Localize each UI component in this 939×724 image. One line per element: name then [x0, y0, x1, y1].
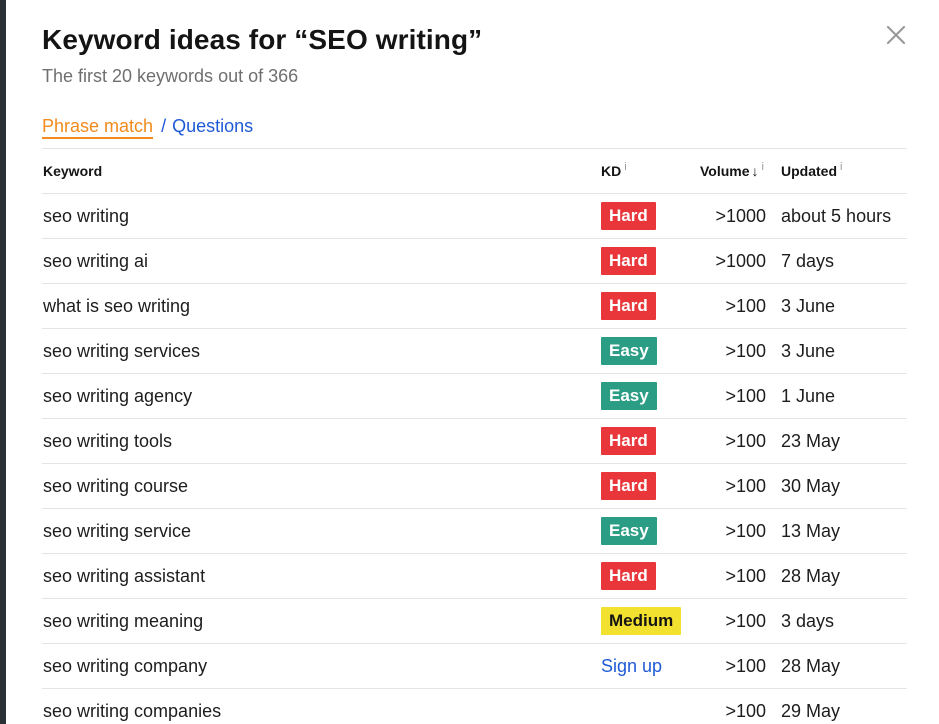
table-row[interactable]: seo writing companies >100 29 May — [42, 689, 907, 724]
volume-cell: >100 — [725, 521, 766, 541]
updated-cell: 13 May — [781, 521, 841, 541]
keyword-cell[interactable]: seo writing agency — [43, 374, 192, 418]
dialog-title: Keyword ideas for “SEO writing” — [42, 24, 483, 55]
sign-up-link[interactable]: Sign up — [601, 656, 662, 676]
kd-badge: Hard — [601, 292, 656, 321]
kd-badge: Medium — [601, 607, 682, 636]
header-volume[interactable]: Volume ↓ i — [700, 149, 764, 193]
kd-badge: Easy — [601, 382, 657, 411]
volume-info-icon[interactable]: i — [762, 161, 764, 173]
header-keyword[interactable]: Keyword — [43, 149, 102, 193]
keyword-cell[interactable]: seo writing tools — [43, 419, 172, 463]
header-volume-label: Volume — [700, 163, 750, 179]
kd-badge: Easy — [601, 337, 657, 366]
kd-badge: Hard — [601, 427, 656, 456]
header-kd[interactable]: KD i — [601, 149, 627, 193]
volume-cell: >100 — [725, 701, 766, 721]
keyword-cell[interactable]: seo writing assistant — [43, 554, 205, 598]
kd-cell: Easy — [601, 509, 657, 553]
kd-info-icon[interactable]: i — [624, 161, 626, 173]
updated-cell: 30 May — [781, 476, 841, 496]
updated-cell: 7 days — [781, 251, 835, 271]
table-row[interactable]: seo writing company Sign up >100 28 May — [42, 644, 907, 689]
volume-cell: >100 — [725, 611, 766, 631]
kd-badge: Hard — [601, 562, 656, 591]
keyword-cell[interactable]: seo writing company — [43, 644, 207, 688]
volume-cell: >100 — [725, 431, 766, 451]
table-row[interactable]: seo writing services Easy >100 3 June — [42, 329, 907, 374]
keyword-cell[interactable]: seo writing companies — [43, 689, 221, 724]
kd-cell: Hard — [601, 419, 656, 463]
table-row[interactable]: seo writing tools Hard >100 23 May — [42, 419, 907, 464]
kd-cell: Hard — [601, 239, 656, 283]
kd-cell: Hard — [601, 464, 656, 508]
table-row[interactable]: seo writing agency Easy >100 1 June — [42, 374, 907, 419]
kd-cell: Hard — [601, 284, 656, 328]
kd-cell: Sign up — [601, 644, 662, 688]
kd-cell: Medium — [601, 599, 682, 643]
volume-cell: >100 — [725, 476, 766, 496]
updated-cell: 28 May — [781, 656, 841, 676]
keyword-cell[interactable]: seo writing ai — [43, 239, 148, 283]
volume-cell: >100 — [725, 341, 766, 361]
tab-questions[interactable]: Questions — [172, 116, 253, 136]
updated-cell: about 5 hours — [781, 206, 892, 226]
volume-cell: >100 — [725, 656, 766, 676]
table-row[interactable]: seo writing ai Hard >1000 7 days — [42, 239, 907, 284]
table-row[interactable]: seo writing course Hard >100 30 May — [42, 464, 907, 509]
kd-badge: Hard — [601, 202, 656, 231]
keywords-table: Keyword KD i Volume ↓ i Updated i seo writin… — [42, 148, 907, 724]
volume-cell: >100 — [725, 386, 766, 406]
match-tabs: Phrase match / Questions — [42, 116, 253, 139]
close-button[interactable] — [883, 22, 909, 48]
updated-cell: 29 May — [781, 701, 841, 721]
tab-phrase-match[interactable]: Phrase match — [42, 116, 154, 139]
kd-cell: Easy — [601, 374, 657, 418]
table-row[interactable]: seo writing assistant Hard >100 28 May — [42, 554, 907, 599]
table-row[interactable]: seo writing service Easy >100 13 May — [42, 509, 907, 554]
table-row[interactable]: seo writing meaning Medium >100 3 days — [42, 599, 907, 644]
updated-cell: 3 June — [781, 296, 836, 316]
kd-badge: Easy — [601, 517, 657, 546]
keyword-cell[interactable]: seo writing meaning — [43, 599, 203, 643]
volume-cell: >100 — [725, 566, 766, 586]
volume-cell: >100 — [725, 296, 766, 316]
kd-cell: Hard — [601, 194, 656, 238]
keyword-cell[interactable]: what is seo writing — [43, 284, 190, 328]
header-updated-label: Updated — [781, 163, 837, 179]
updated-info-icon[interactable]: i — [840, 161, 842, 173]
kd-cell: Hard — [601, 554, 656, 598]
volume-cell: >1000 — [715, 206, 766, 226]
updated-cell: 28 May — [781, 566, 841, 586]
keyword-cell[interactable]: seo writing services — [43, 329, 200, 373]
volume-cell: >1000 — [715, 251, 766, 271]
keyword-cell[interactable]: seo writing — [43, 194, 129, 238]
table-row[interactable]: seo writing Hard >1000 about 5 hours — [42, 194, 907, 239]
kd-badge: Hard — [601, 472, 656, 501]
updated-cell: 1 June — [781, 386, 836, 406]
table-header: Keyword KD i Volume ↓ i Updated i — [42, 149, 907, 194]
dialog-subtitle: The first 20 keywords out of 366 — [42, 66, 299, 86]
sort-down-icon: ↓ — [751, 163, 759, 179]
updated-cell: 3 days — [781, 611, 835, 631]
header-updated[interactable]: Updated i — [781, 149, 842, 193]
kd-cell: Easy — [601, 329, 657, 373]
tab-separator: / — [161, 116, 167, 136]
updated-cell: 3 June — [781, 341, 836, 361]
table-row[interactable]: what is seo writing Hard >100 3 June — [42, 284, 907, 329]
kd-badge: Hard — [601, 247, 656, 276]
close-icon — [886, 25, 906, 45]
keyword-cell[interactable]: seo writing service — [43, 509, 191, 553]
keyword-ideas-dialog: Keyword ideas for “SEO writing” The firs… — [6, 0, 939, 724]
header-kd-label: KD — [601, 163, 622, 179]
updated-cell: 23 May — [781, 431, 841, 451]
keyword-cell[interactable]: seo writing course — [43, 464, 188, 508]
